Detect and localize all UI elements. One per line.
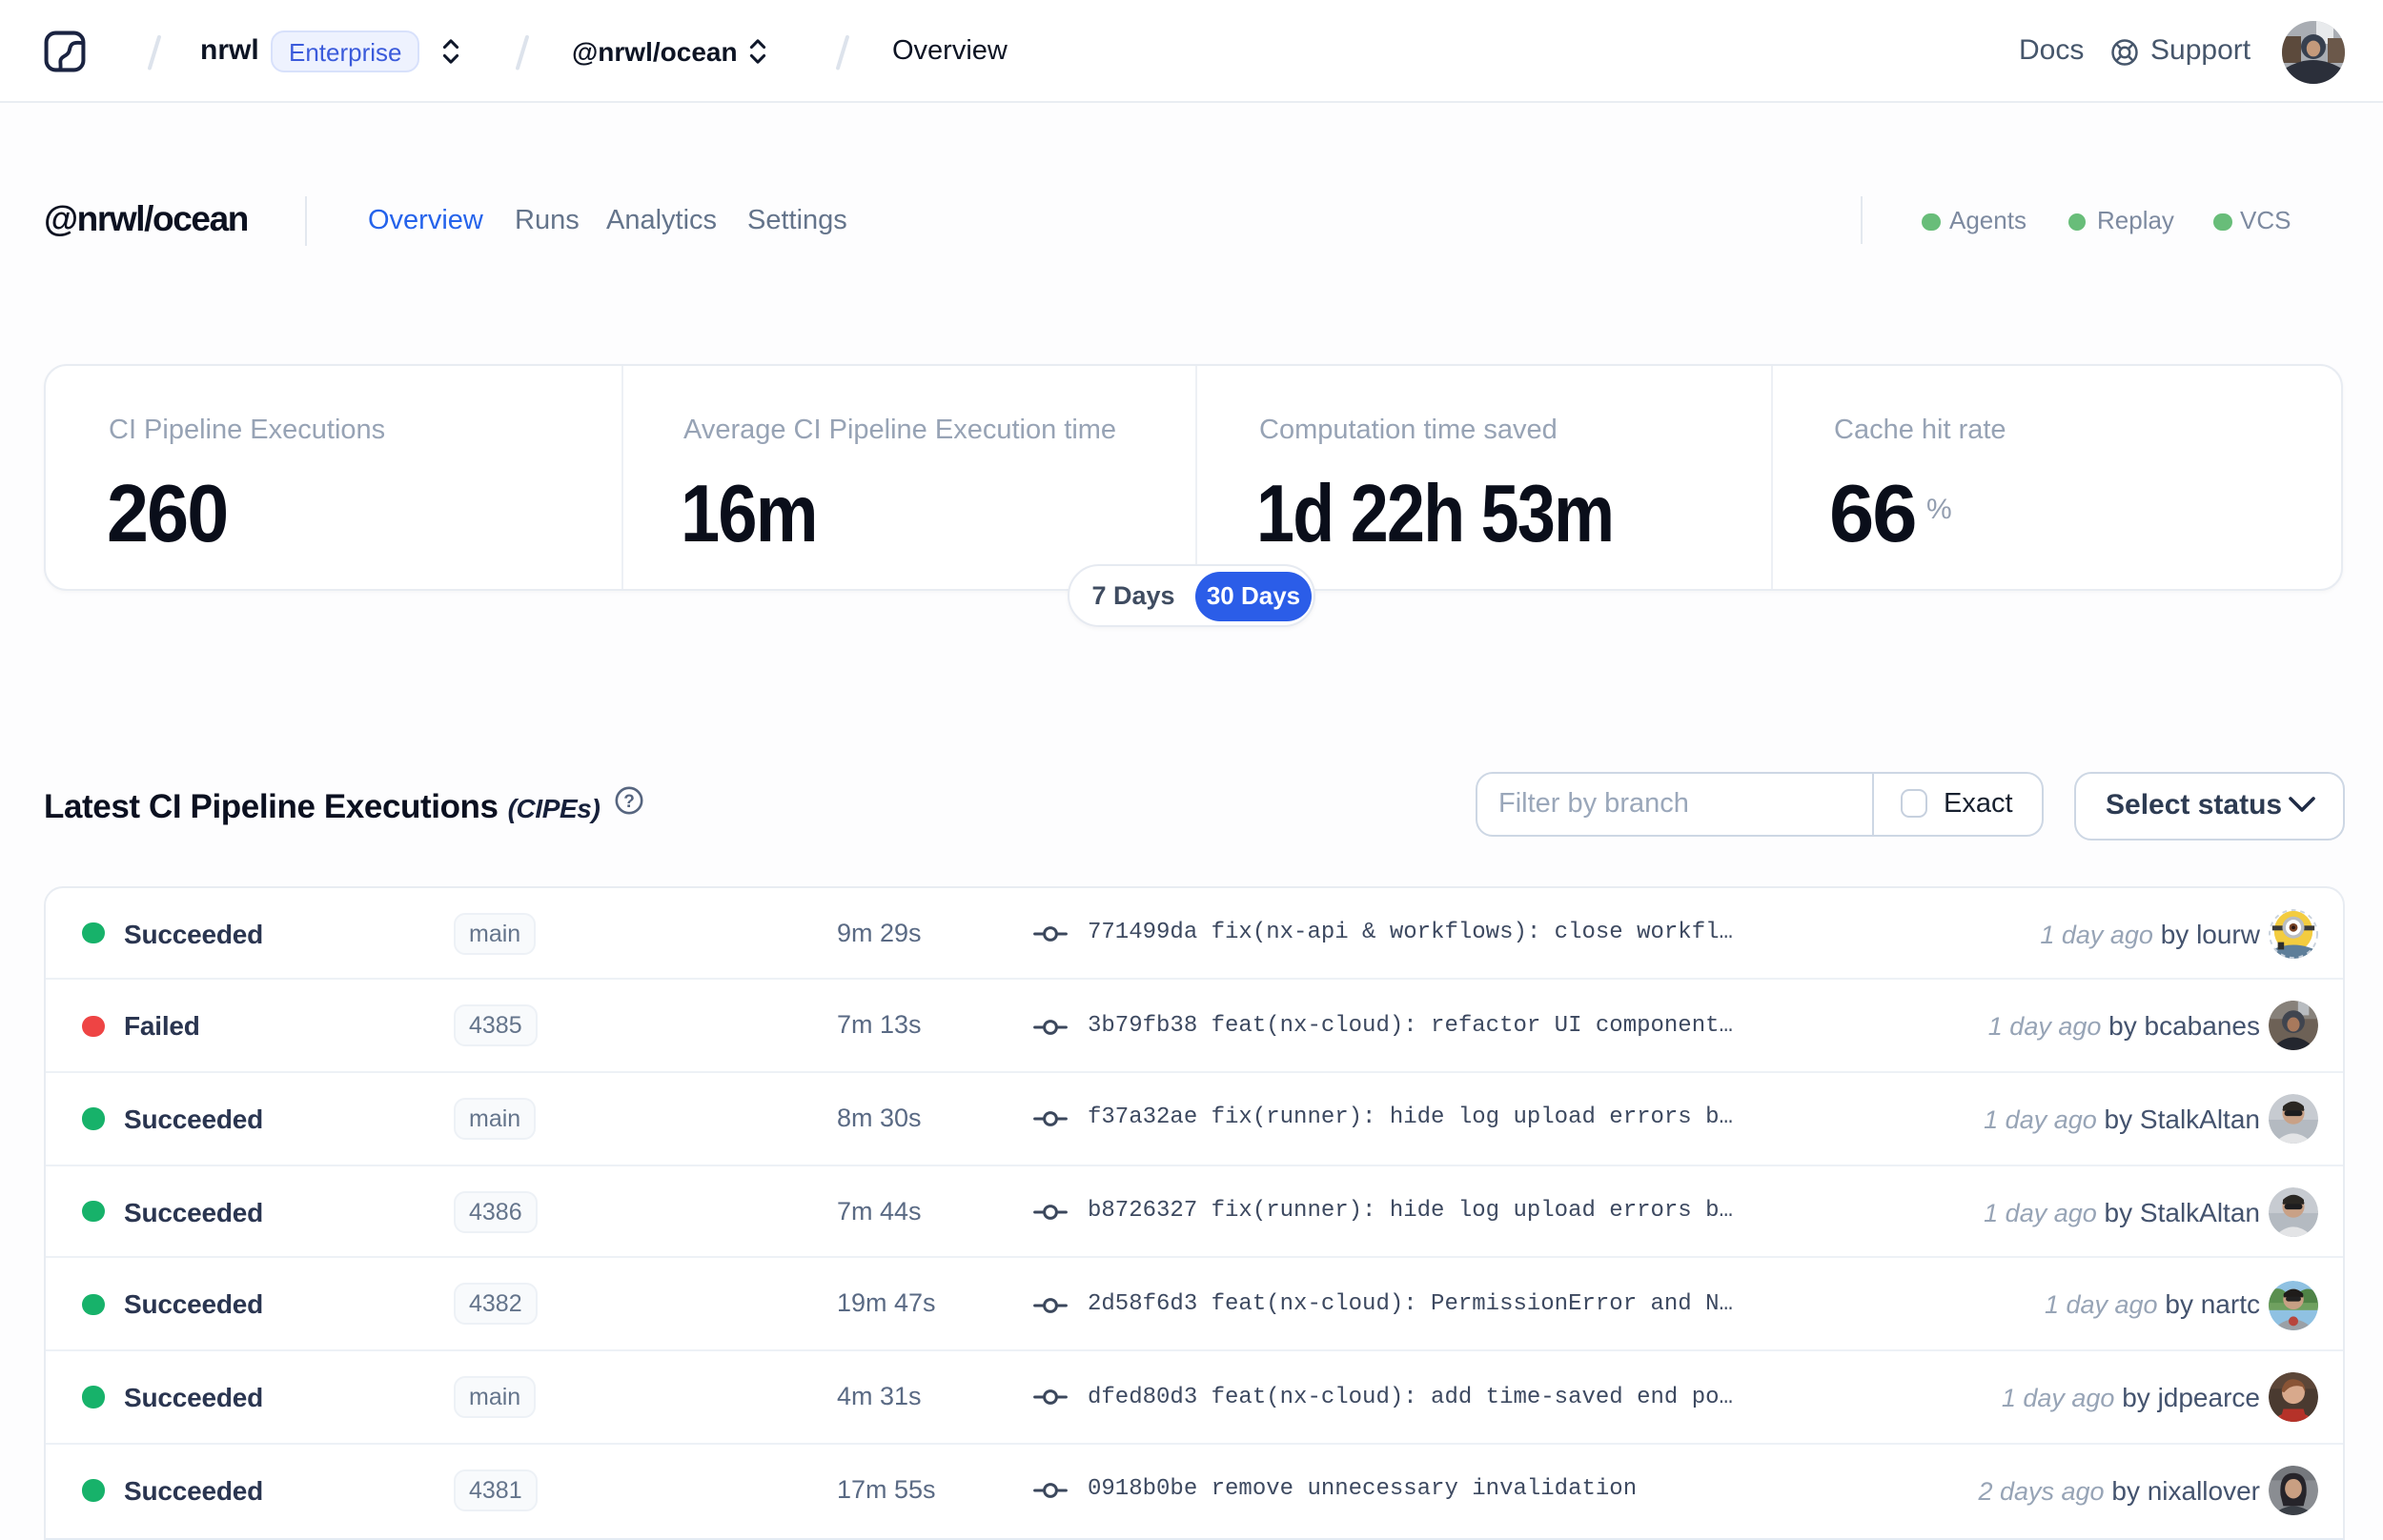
svg-text:?: ?: [623, 791, 635, 811]
